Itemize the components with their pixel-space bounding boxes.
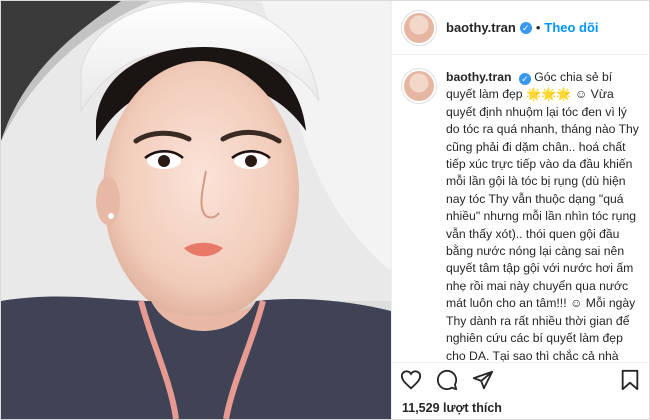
caption-username-link[interactable]: baothy.tran bbox=[446, 70, 511, 84]
bookmark-icon[interactable] bbox=[619, 369, 641, 391]
follow-button[interactable]: Theo dõi bbox=[544, 20, 598, 35]
share-icon[interactable] bbox=[472, 369, 494, 391]
caption-avatar[interactable] bbox=[402, 69, 436, 103]
verified-badge-icon: ✓ bbox=[519, 21, 532, 34]
caption-text: Góc chia sẻ bí quyết làm đẹp 🌟🌟🌟 ☺ Vừa q… bbox=[446, 70, 639, 362]
comment-icon[interactable] bbox=[436, 369, 458, 391]
username-link[interactable]: baothy.tran bbox=[446, 20, 516, 35]
instagram-post: baothy.tran ✓ • Theo dõi baothy.tran ✓ G… bbox=[0, 0, 650, 420]
likes-count[interactable]: 11,529 lượt thích bbox=[392, 397, 649, 419]
caption-area: baothy.tran ✓ Góc chia sẻ bí quyết làm đ… bbox=[392, 55, 649, 362]
post-photo[interactable] bbox=[1, 1, 391, 419]
verified-badge-icon: ✓ bbox=[518, 73, 531, 85]
post-side-panel: baothy.tran ✓ • Theo dõi baothy.tran ✓ G… bbox=[391, 1, 649, 419]
selfie-image bbox=[1, 1, 391, 419]
avatar[interactable] bbox=[402, 10, 436, 45]
action-bar bbox=[392, 362, 649, 397]
heart-icon[interactable] bbox=[400, 369, 422, 391]
separator: • bbox=[535, 20, 541, 35]
post-header: baothy.tran ✓ • Theo dõi bbox=[392, 1, 649, 55]
caption-text-block: baothy.tran ✓ Góc chia sẻ bí quyết làm đ… bbox=[446, 69, 639, 362]
